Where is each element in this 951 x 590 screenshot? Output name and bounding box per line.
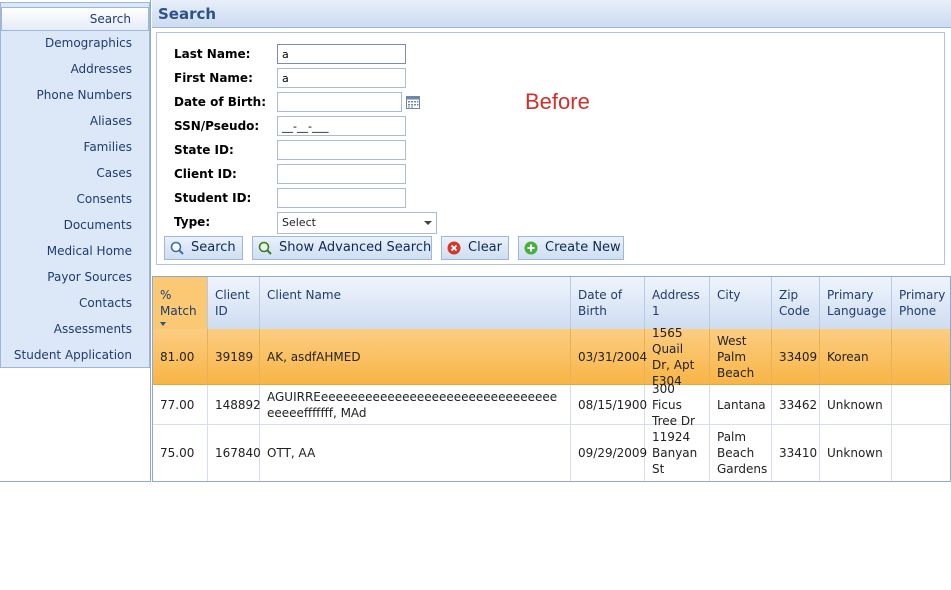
search-form: Last Name: First Name: Date of Birth: SS…	[156, 32, 945, 265]
cell-phone	[892, 385, 950, 424]
sidebar-item-student-application[interactable]: Student Application	[14, 344, 132, 366]
cell-city: Palm Beach Gardens	[710, 425, 772, 481]
sidebar-item-cases[interactable]: Cases	[96, 162, 132, 184]
type-select-value: Select	[282, 216, 316, 229]
cell-language: Unknown	[820, 425, 892, 481]
sidebar-item-medical-home[interactable]: Medical Home	[47, 240, 132, 262]
show-advanced-search-button[interactable]: Show Advanced Search	[252, 236, 432, 260]
create-new-button-label: Create New	[545, 240, 621, 255]
sidebar-item-documents[interactable]: Documents	[64, 214, 132, 236]
cell-client-name: OTT, AA	[260, 425, 571, 481]
sidebar-item-demographics[interactable]: Demographics	[45, 32, 132, 54]
column-header-match[interactable]: % Match	[153, 277, 208, 329]
cell-match: 77.00	[153, 385, 208, 424]
cell-client-name: AGUIRREeeeeeeeeeeeeeeeeeeeeeeeeeeeeeeeee…	[260, 385, 571, 424]
table-row[interactable]: 81.00 39189 AK, asdfAHMED 03/31/2004 156…	[153, 326, 950, 388]
cell-city: Lantana	[710, 385, 772, 424]
cell-phone	[892, 425, 950, 481]
client-id-label: Client ID:	[174, 167, 237, 181]
results-grid: % Match Client ID Client Name Date of Bi…	[152, 276, 951, 482]
cell-language: Korean	[820, 329, 892, 384]
cell-city: West Palm Beach	[710, 329, 772, 384]
sidebar-item-families[interactable]: Families	[84, 136, 132, 158]
sort-desc-icon	[160, 322, 166, 326]
cell-zip: 33462	[772, 385, 820, 424]
cell-zip: 33409	[772, 329, 820, 384]
clear-button[interactable]: Clear	[441, 236, 509, 260]
first-name-input[interactable]	[277, 68, 406, 88]
cell-dob: 09/29/2009	[571, 425, 647, 481]
ssn-label: SSN/Pseudo:	[174, 119, 260, 133]
student-id-label: Student ID:	[174, 191, 252, 205]
advanced-search-icon	[258, 241, 272, 255]
sidebar-item-aliases[interactable]: Aliases	[90, 110, 132, 132]
cell-dob: 03/31/2004	[571, 329, 647, 384]
column-header-client-name[interactable]: Client Name	[260, 277, 571, 329]
cell-match: 81.00	[153, 329, 208, 384]
create-new-button[interactable]: Create New	[518, 236, 624, 260]
sidebar-item-contacts[interactable]: Contacts	[79, 292, 132, 314]
first-name-label: First Name:	[174, 71, 253, 85]
type-label: Type:	[174, 215, 211, 229]
sidebar-item-search[interactable]: Search	[1, 7, 149, 31]
cell-dob: 08/15/1900	[571, 385, 647, 424]
add-icon	[524, 241, 538, 255]
cell-client-id: 39189	[208, 329, 260, 384]
table-row[interactable]: 75.00 167840 OTT, AA 09/29/2009 11924 Ba…	[153, 425, 950, 481]
search-button-label: Search	[191, 240, 236, 255]
cell-client-id: 148892	[208, 385, 261, 424]
sidebar-item-consents[interactable]: Consents	[76, 188, 132, 210]
cell-match: 75.00	[153, 425, 208, 481]
dob-input[interactable]	[277, 92, 402, 112]
state-id-label: State ID:	[174, 143, 234, 157]
column-header-zip[interactable]: Zip Code	[772, 277, 820, 329]
main-panel: Search Last Name: First Name: Date of Bi…	[152, 0, 951, 482]
chevron-down-icon	[424, 221, 432, 225]
sidebar-item-payor-sources[interactable]: Payor Sources	[47, 266, 132, 288]
cell-client-id: 167840	[208, 425, 261, 481]
column-header-client-id[interactable]: Client ID	[208, 277, 260, 329]
cell-address: 1565 Quail Dr, Apt F304	[645, 326, 710, 388]
cell-address: 300 Ficus Tree Dr	[645, 382, 710, 428]
calendar-icon[interactable]	[406, 96, 420, 109]
column-header-city[interactable]: City	[710, 277, 772, 329]
clear-button-label: Clear	[468, 240, 502, 255]
last-name-input[interactable]	[277, 44, 406, 64]
cell-phone	[892, 329, 950, 384]
clear-icon	[447, 241, 461, 255]
column-header-phone[interactable]: Primary Phone	[892, 277, 950, 329]
column-header-dob[interactable]: Date of Birth	[571, 277, 645, 329]
sidebar-item-addresses[interactable]: Addresses	[71, 58, 132, 80]
student-id-input[interactable]	[277, 188, 406, 208]
dob-label: Date of Birth:	[174, 95, 267, 109]
ssn-input[interactable]	[277, 116, 406, 136]
before-annotation: Before	[525, 89, 590, 114]
search-button[interactable]: Search	[164, 236, 243, 260]
grid-header: % Match Client ID Client Name Date of Bi…	[153, 277, 950, 330]
last-name-label: Last Name:	[174, 47, 251, 61]
show-advanced-search-label: Show Advanced Search	[279, 240, 432, 255]
cell-client-name: AK, asdfAHMED	[260, 329, 571, 384]
client-id-input[interactable]	[277, 164, 406, 184]
sidebar-item-assessments[interactable]: Assessments	[54, 318, 132, 340]
cell-language: Unknown	[820, 385, 892, 424]
title-bar: Search	[152, 0, 951, 28]
sidebar: Search Demographics Addresses Phone Numb…	[0, 0, 151, 482]
column-header-match-label: % Match	[160, 288, 197, 318]
magnifier-icon	[170, 241, 184, 255]
sidebar-menu: Search Demographics Addresses Phone Numb…	[0, 2, 150, 368]
cell-zip: 33410	[772, 425, 820, 481]
state-id-input[interactable]	[277, 140, 406, 160]
column-header-address[interactable]: Address 1	[645, 277, 710, 329]
column-header-language[interactable]: Primary Language	[820, 277, 892, 329]
sidebar-item-phone-numbers[interactable]: Phone Numbers	[37, 84, 132, 106]
table-row[interactable]: 77.00 148892 AGUIRREeeeeeeeeeeeeeeeeeeee…	[153, 382, 950, 428]
page-title: Search	[158, 5, 217, 23]
cell-address: 11924 Banyan St	[645, 425, 710, 481]
type-select[interactable]: Select	[277, 212, 437, 234]
